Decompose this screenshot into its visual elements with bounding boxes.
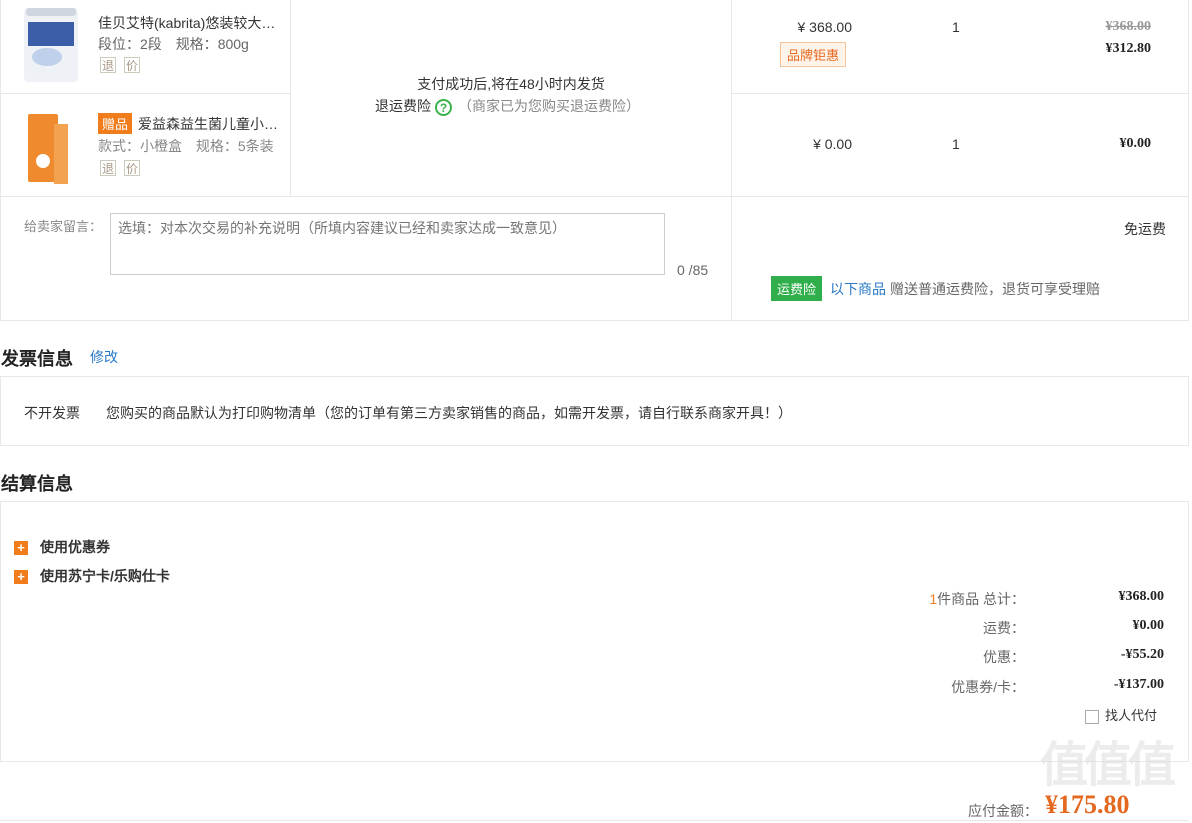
item-count: 1 <box>929 591 938 607</box>
item-2-service-icons: 退价 <box>100 160 148 176</box>
divider-row2 <box>0 196 1189 197</box>
message-label: 给卖家留言： <box>24 219 103 234</box>
divider-price-col <box>731 0 732 321</box>
return-insurance-row: 退运费险? （商家已为您购买退运费险） <box>375 96 640 116</box>
return-insurance-label: 退运费险 <box>375 98 431 114</box>
payable-label: 应付金额： <box>968 803 1038 819</box>
watermark-char-3: 值 <box>1128 739 1176 792</box>
item-2-specs: 款式：小橙盒 规格：5条装 <box>98 136 274 156</box>
item-1-qty: 1 <box>952 19 960 35</box>
item-1-original-total: ¥368.00 <box>1105 19 1152 34</box>
watermark-char-2: 值 <box>1084 739 1132 792</box>
item-2-spec1-value: 小橙盒 <box>140 138 182 154</box>
item-2-total: ¥0.00 <box>1119 136 1152 151</box>
freight-insurance-badge: 运费险 <box>771 276 823 301</box>
freight-insurance-desc: 赠送普通运费险，退货可享受理赔 <box>890 281 1101 297</box>
divider-row1-right <box>732 93 1189 94</box>
use-coupon-row[interactable]: + 使用优惠券 <box>14 537 110 557</box>
item-1-spec2-value: 800g <box>217 36 249 52</box>
product-image-milk[interactable] <box>24 8 78 82</box>
freight-label: 运费： <box>983 620 1025 636</box>
divider-name-col <box>290 0 291 196</box>
item-1-spec2-label: 规格： <box>175 36 218 52</box>
expand-plus-icon[interactable]: + <box>14 570 28 585</box>
freight-items-link[interactable]: 以下商品 <box>830 281 886 297</box>
item-1-name[interactable]: 佳贝艾特(kabrita)悠装较大… <box>98 13 275 33</box>
invoice-edit-link[interactable]: 修改 <box>90 347 118 367</box>
return-icon[interactable]: 退 <box>100 160 116 176</box>
expand-plus-icon[interactable]: + <box>14 541 28 556</box>
invoice-type: 不开发票 <box>24 405 80 421</box>
bottom-divider <box>0 820 1189 821</box>
shipping-note: 支付成功后,将在48小时内发货 <box>417 76 605 92</box>
coupon-card-value: -¥137.00 <box>1113 677 1164 692</box>
freight-insurance-row: 运费险 以下商品 赠送普通运费险，退货可享受理赔 <box>771 276 1100 301</box>
watermark-logo: 值值值 <box>1040 738 1190 798</box>
invoice-desc: 您购买的商品默认为打印购物清单（您的订单有第三方卖家销售的商品，如需开发票，请自… <box>106 405 792 421</box>
return-icon[interactable]: 退 <box>100 57 116 73</box>
use-card-row[interactable]: + 使用苏宁卡/乐购仕卡 <box>14 566 170 586</box>
items-total-value: ¥368.00 <box>1118 589 1165 604</box>
divider-row1 <box>0 93 290 94</box>
item-2-name[interactable]: 爱益森益生菌儿童小… <box>138 116 278 132</box>
item-1-spec1-label: 段位： <box>98 36 140 52</box>
proxy-pay-label[interactable]: 找人代付 <box>1105 708 1157 723</box>
item-count-suffix: 件商品 总计： <box>937 591 1025 607</box>
message-input[interactable] <box>110 213 665 275</box>
discount-label: 优惠： <box>983 649 1025 665</box>
item-2-qty: 1 <box>952 136 960 152</box>
items-total-label: 1件商品 总计： <box>880 589 1025 609</box>
item-1-service-icons: 退价 <box>100 57 148 73</box>
product-image-probiotic[interactable] <box>28 110 72 184</box>
free-shipping-label: 免运费 <box>1124 221 1166 237</box>
item-1-specs: 段位：2段 规格：800g <box>98 34 249 54</box>
coupon-card-label: 优惠券/卡： <box>951 679 1025 695</box>
item-1-total: ¥312.80 <box>1105 41 1152 56</box>
watermark-char-1: 值 <box>1040 739 1088 792</box>
use-coupon-label[interactable]: 使用优惠券 <box>40 539 110 555</box>
item-1-spec1-value: 2段 <box>140 36 162 52</box>
discount-value: -¥55.20 <box>1120 647 1164 662</box>
item-2-unit-price: ¥ 0.00 <box>813 136 852 152</box>
item-2-spec2-value: 5条装 <box>237 138 274 154</box>
item-2-spec2-label: 规格： <box>195 138 238 154</box>
price-protect-icon[interactable]: 价 <box>124 160 140 176</box>
brand-promo-tag: 品牌钜惠 <box>780 42 847 67</box>
settlement-title: 结算信息 <box>1 474 73 494</box>
freight-value: ¥0.00 <box>1132 618 1165 633</box>
item-1-unit-price: ¥ 368.00 <box>797 19 853 35</box>
return-insurance-note: （商家已为您购买退运费险） <box>458 98 640 114</box>
item-2-spec1-label: 款式： <box>98 138 140 154</box>
invoice-title: 发票信息 <box>1 349 73 369</box>
proxy-pay-row[interactable]: 找人代付 <box>1085 705 1157 724</box>
item-2-name-row: 赠品 爱益森益生菌儿童小… <box>98 113 278 134</box>
proxy-pay-checkbox[interactable] <box>1085 709 1099 724</box>
use-card-label[interactable]: 使用苏宁卡/乐购仕卡 <box>40 568 170 584</box>
price-protect-icon[interactable]: 价 <box>124 57 140 73</box>
gift-tag: 赠品 <box>98 113 133 134</box>
question-icon[interactable]: ? <box>435 98 452 116</box>
message-counter: 0 /85 <box>677 262 709 278</box>
